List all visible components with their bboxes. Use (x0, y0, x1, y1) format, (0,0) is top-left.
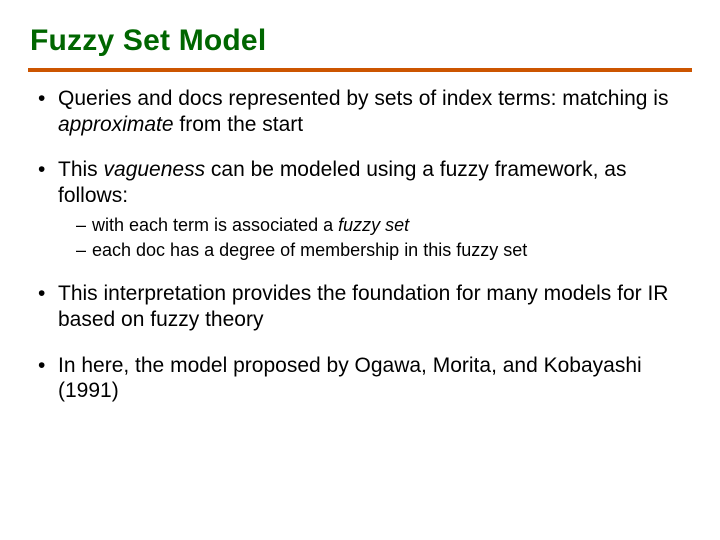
title-underline (28, 68, 692, 72)
bullet-text: from the start (174, 113, 304, 136)
sub-bullet-emph: fuzzy set (338, 215, 409, 235)
bullet-emph: vagueness (104, 158, 206, 181)
sub-bullet-text: with each term is associated a (92, 215, 338, 235)
sub-bullet-list: with each term is associated a fuzzy set… (58, 214, 686, 261)
sub-bullet-text: each doc has a degree of membership in t… (92, 240, 527, 260)
sub-bullet-item: each doc has a degree of membership in t… (76, 239, 686, 262)
bullet-item: In here, the model proposed by Ogawa, Mo… (38, 353, 686, 404)
bullet-text: This interpretation provides the foundat… (58, 282, 668, 331)
bullet-text: Queries and docs represented by sets of … (58, 87, 668, 110)
bullet-item: This vagueness can be modeled using a fu… (38, 157, 686, 261)
bullet-text: This (58, 158, 104, 181)
bullet-item: Queries and docs represented by sets of … (38, 86, 686, 137)
slide-title: Fuzzy Set Model (30, 24, 692, 58)
bullet-emph: approximate (58, 113, 174, 136)
bullet-item: This interpretation provides the foundat… (38, 281, 686, 332)
sub-bullet-item: with each term is associated a fuzzy set (76, 214, 686, 237)
bullet-text: In here, the model proposed by Ogawa, Mo… (58, 354, 642, 403)
slide: Fuzzy Set Model Queries and docs represe… (0, 0, 720, 540)
bullet-list: Queries and docs represented by sets of … (28, 86, 692, 404)
